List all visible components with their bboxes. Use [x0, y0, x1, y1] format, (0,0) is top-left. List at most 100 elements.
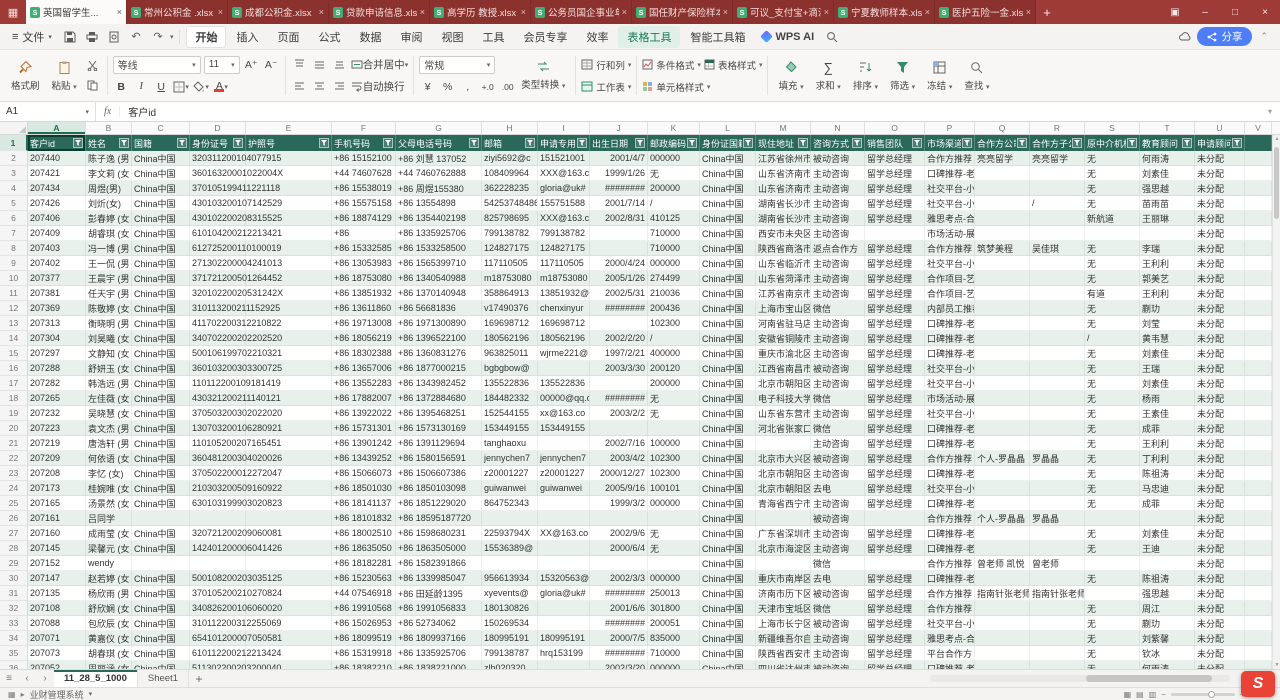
- cell[interactable]: 王利利: [1140, 436, 1195, 451]
- cell[interactable]: +44 74607628: [332, 166, 396, 181]
- cell[interactable]: 36016320001022004X: [190, 166, 246, 181]
- cell[interactable]: 任天宇 (男: [86, 286, 132, 301]
- cell[interactable]: [1140, 556, 1195, 571]
- cell[interactable]: 117110505: [538, 256, 590, 271]
- cell[interactable]: [1030, 271, 1085, 286]
- cell[interactable]: 内部员工推荐: [925, 301, 975, 316]
- file-tab[interactable]: S常州公积金 .xlsx×: [127, 0, 228, 24]
- cell[interactable]: +86 1370140948: [396, 286, 482, 301]
- cell[interactable]: 王晨宇 (男: [86, 271, 132, 286]
- cell[interactable]: +86 18002510: [332, 526, 396, 541]
- cell[interactable]: [975, 601, 1030, 616]
- cell[interactable]: 未分配: [1195, 571, 1245, 586]
- filter-dropdown-button[interactable]: [852, 138, 862, 148]
- cell[interactable]: 未分配: [1195, 631, 1245, 646]
- cell[interactable]: 留学总经理: [865, 256, 925, 271]
- cell[interactable]: China中国: [132, 376, 190, 391]
- cell[interactable]: 无: [648, 166, 700, 181]
- cell[interactable]: [538, 556, 590, 571]
- cell[interactable]: +86 1580156591: [396, 451, 482, 466]
- cell[interactable]: [538, 616, 590, 631]
- cell[interactable]: [975, 256, 1030, 271]
- cell[interactable]: China中国: [132, 241, 190, 256]
- cell[interactable]: 个人-罗晶晶: [975, 451, 1030, 466]
- cell[interactable]: ########: [590, 181, 648, 196]
- formula-input[interactable]: 客户id: [120, 104, 1260, 119]
- header-cell[interactable]: 手机号码: [332, 135, 396, 151]
- cell[interactable]: [1030, 226, 1085, 241]
- sheet-tab-11_28_5_1000[interactable]: 11_28_5_1000: [54, 670, 138, 687]
- cell[interactable]: China中国: [700, 496, 756, 511]
- cell[interactable]: 963825011: [482, 346, 538, 361]
- cell[interactable]: [132, 556, 190, 571]
- cell[interactable]: 未分配: [1195, 481, 1245, 496]
- scroll-up-icon[interactable]: ▲: [1273, 136, 1280, 142]
- cell[interactable]: 筑梦美程: [975, 241, 1030, 256]
- cell[interactable]: China中国: [700, 451, 756, 466]
- align-middle-button[interactable]: [311, 56, 328, 73]
- cell[interactable]: +86 17882007: [332, 391, 396, 406]
- cell[interactable]: 210303200509160922: [190, 481, 246, 496]
- cell[interactable]: 口碑推荐-老: [925, 436, 975, 451]
- cell[interactable]: China中国: [132, 226, 190, 241]
- cell[interactable]: XXX@163.c: [538, 166, 590, 181]
- close-tab-icon[interactable]: ×: [925, 7, 930, 17]
- cell[interactable]: 未分配: [1195, 616, 1245, 631]
- cell[interactable]: 180995191: [482, 631, 538, 646]
- cell[interactable]: [975, 271, 1030, 286]
- number-format-select[interactable]: 常规▾: [419, 56, 495, 74]
- cell[interactable]: +86 15731301: [332, 421, 396, 436]
- cell[interactable]: China中国: [132, 301, 190, 316]
- cell[interactable]: +86 1850103098: [396, 481, 482, 496]
- cell[interactable]: +86 13901242: [332, 436, 396, 451]
- filter-dropdown-button[interactable]: [1232, 138, 1242, 148]
- row-number[interactable]: 11: [0, 286, 28, 301]
- cell[interactable]: China中国: [132, 631, 190, 646]
- cell[interactable]: 未分配: [1195, 541, 1245, 556]
- cell[interactable]: +86 13851932: [332, 286, 396, 301]
- cell[interactable]: 口碑推荐-老: [925, 166, 975, 181]
- cell[interactable]: 舒妍玉 (女: [86, 361, 132, 376]
- cell[interactable]: China中国: [132, 151, 190, 166]
- cell[interactable]: 留学总经理: [865, 466, 925, 481]
- increase-font-button[interactable]: A⁺: [243, 56, 260, 73]
- row-number[interactable]: 2: [0, 151, 28, 166]
- cell[interactable]: 刘素佳: [1140, 526, 1195, 541]
- redo-icon[interactable]: ↷: [148, 28, 168, 46]
- cell[interactable]: 留学总经理: [865, 541, 925, 556]
- cell[interactable]: 何雨涛: [1140, 151, 1195, 166]
- cell[interactable]: 207088: [28, 616, 86, 631]
- cell[interactable]: 吴晓慧 (女: [86, 406, 132, 421]
- cell[interactable]: ########: [590, 301, 648, 316]
- align-left-button[interactable]: [291, 78, 308, 95]
- cell[interactable]: 袁文杰 (男: [86, 421, 132, 436]
- cell[interactable]: 口碑推荐-老: [925, 526, 975, 541]
- cell[interactable]: 曾老师 凯悦: [975, 556, 1030, 571]
- cell[interactable]: 留学总经理: [865, 301, 925, 316]
- cell[interactable]: +86 15332585: [332, 241, 396, 256]
- cell[interactable]: 杨雨: [1140, 391, 1195, 406]
- cell[interactable]: 留学总经理: [865, 241, 925, 256]
- cell[interactable]: 社交平台-小: [925, 181, 975, 196]
- type-convert-button[interactable]: 类型转换 ▾: [516, 52, 570, 98]
- cell[interactable]: 口碑推荐-老: [925, 661, 975, 669]
- cell[interactable]: [1030, 616, 1085, 631]
- cell[interactable]: jennychen7: [482, 451, 538, 466]
- cell[interactable]: 207052: [28, 661, 86, 669]
- cell[interactable]: 亮亮留学: [1030, 151, 1085, 166]
- cell[interactable]: [1245, 196, 1272, 211]
- cell[interactable]: 王一侃 (男: [86, 256, 132, 271]
- cell[interactable]: +86 15575158: [332, 196, 396, 211]
- cell[interactable]: [482, 511, 538, 526]
- cell[interactable]: 15536389@: [482, 541, 538, 556]
- cell[interactable]: China中国: [132, 406, 190, 421]
- cell[interactable]: 留学总经理: [865, 166, 925, 181]
- zoom-slider[interactable]: [1171, 693, 1235, 696]
- cell[interactable]: [975, 181, 1030, 196]
- cell[interactable]: 500106199702210321: [190, 346, 246, 361]
- cell[interactable]: 360481200304020026: [190, 451, 246, 466]
- column-header-O[interactable]: O: [865, 122, 925, 134]
- cell[interactable]: China中国: [132, 361, 190, 376]
- filter-dropdown-button[interactable]: [233, 138, 243, 148]
- cell[interactable]: 留学总经理: [865, 391, 925, 406]
